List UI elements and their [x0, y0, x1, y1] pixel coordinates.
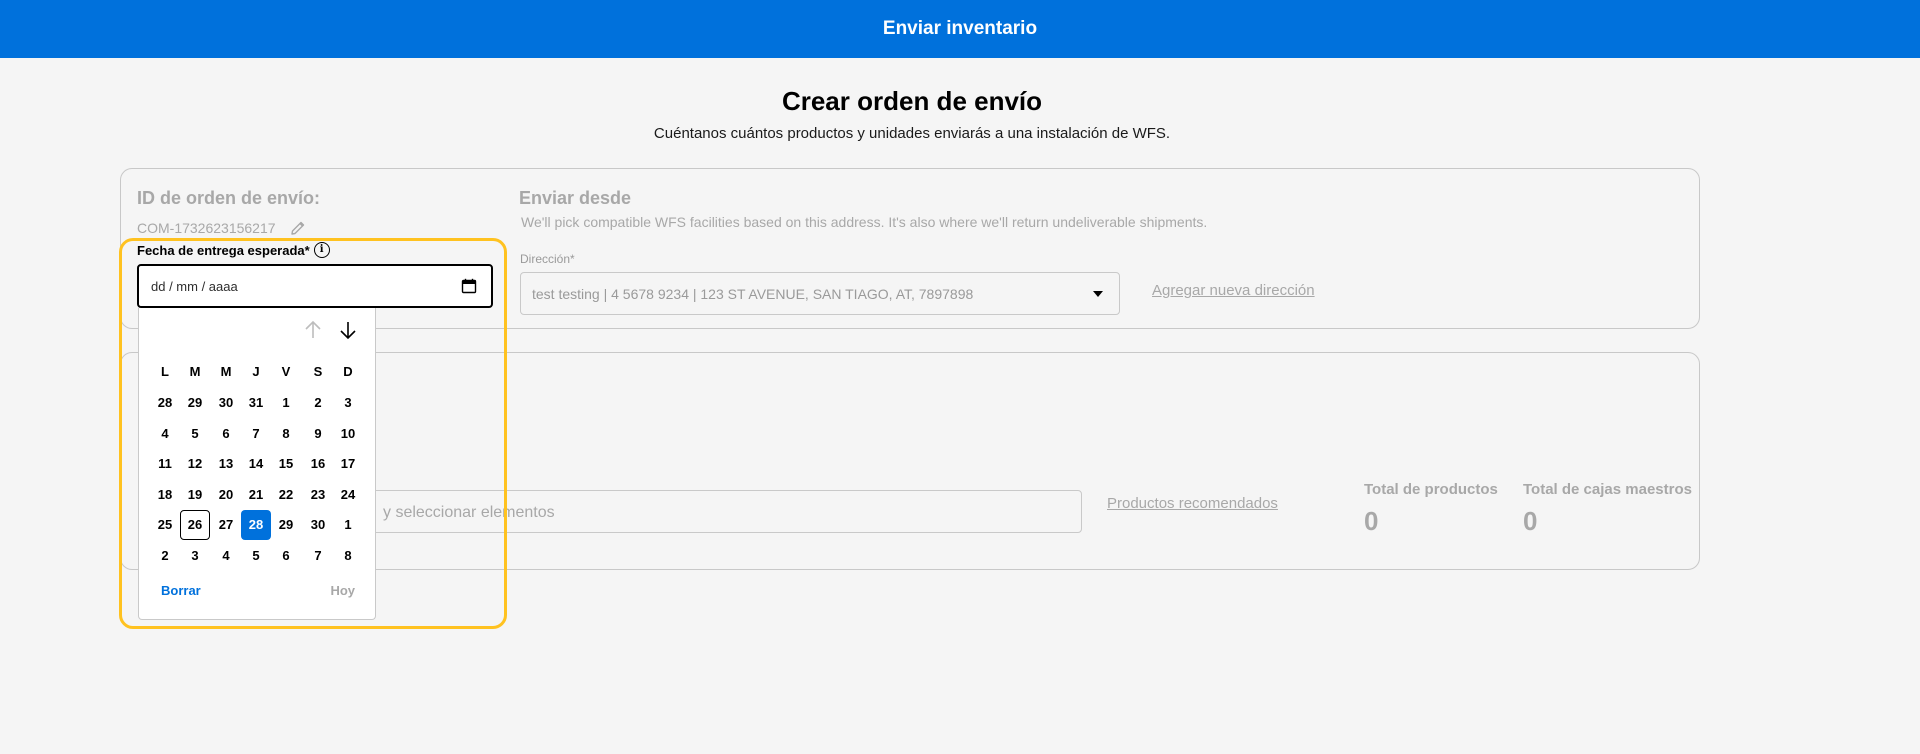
calendar-day[interactable]: 3 — [180, 541, 210, 571]
total-products-value: 0 — [1364, 506, 1379, 536]
address-select[interactable]: test testing | 4 5678 9234 | 123 ST AVEN… — [520, 272, 1120, 315]
calendar-day[interactable]: 28 — [241, 510, 271, 540]
top-bar-title: Enviar inventario — [882, 18, 1038, 39]
calendar-day[interactable]: 4 — [150, 419, 180, 449]
calendar-day[interactable]: 30 — [211, 388, 241, 418]
weekday-header: M — [189, 364, 201, 379]
calendar-day[interactable]: 29 — [180, 388, 210, 418]
calendar-day[interactable]: 8 — [333, 541, 363, 571]
arrow-up-icon[interactable] — [301, 318, 325, 342]
calendar-day[interactable]: 6 — [271, 541, 301, 571]
shipment-id-value: COM-1732623156217 — [137, 220, 276, 236]
calendar-day[interactable]: 27 — [211, 510, 241, 540]
calendar-icon[interactable] — [461, 278, 477, 294]
calendar-day[interactable]: 2 — [150, 541, 180, 571]
total-boxes-value: 0 — [1523, 506, 1538, 536]
calendar-day[interactable]: 31 — [241, 388, 271, 418]
calendar-day[interactable]: 22 — [271, 480, 301, 510]
calendar-day[interactable]: 28 — [150, 388, 180, 418]
clear-button[interactable]: Borrar — [161, 583, 201, 598]
total-boxes-label: Total de cajas maestros — [1523, 481, 1692, 498]
calendar-day[interactable]: 19 — [180, 480, 210, 510]
calendar-day[interactable]: 6 — [211, 419, 241, 449]
delivery-date-label-text: Fecha de entrega esperada* — [137, 242, 310, 258]
today-button[interactable]: Hoy — [330, 583, 355, 598]
calendar-day[interactable]: 11 — [150, 449, 180, 479]
recommended-products-link[interactable]: Productos recomendados — [1107, 495, 1278, 512]
ship-from-description: We'll pick compatible WFS facilities bas… — [521, 214, 1208, 230]
calendar-day[interactable]: 17 — [333, 449, 363, 479]
weekday-header: D — [343, 364, 353, 379]
delivery-date-placeholder: dd / mm / aaaa — [151, 279, 238, 294]
calendar-day[interactable]: 3 — [333, 388, 363, 418]
weekday-header: S — [313, 364, 323, 379]
address-label: Dirección* — [520, 252, 575, 266]
calendar-day[interactable]: 18 — [150, 480, 180, 510]
calendar-day[interactable]: 12 — [180, 449, 210, 479]
calendar-day[interactable]: 5 — [180, 419, 210, 449]
calendar-day[interactable]: 4 — [211, 541, 241, 571]
calendar-day[interactable]: 15 — [271, 449, 301, 479]
arrow-down-icon[interactable] — [336, 318, 360, 342]
calendar-day[interactable]: 16 — [303, 449, 333, 479]
calendar-day[interactable]: 25 — [150, 510, 180, 540]
calendar-day[interactable]: 13 — [211, 449, 241, 479]
weekday-header: M — [220, 364, 232, 379]
ship-from-title: Enviar desde — [519, 188, 632, 208]
calendar-day[interactable]: 23 — [303, 480, 333, 510]
shipment-id-label: ID de orden de envío: — [137, 188, 321, 208]
edit-pencil-icon[interactable] — [289, 219, 307, 237]
calendar-day[interactable]: 1 — [271, 388, 301, 418]
calendar-day[interactable]: 5 — [241, 541, 271, 571]
calendar-day[interactable]: 21 — [241, 480, 271, 510]
calendar-day[interactable]: 9 — [303, 419, 333, 449]
calendar-day[interactable]: 30 — [303, 510, 333, 540]
calendar-day[interactable]: 8 — [271, 419, 301, 449]
add-new-address-link[interactable]: Agregar nueva dirección — [1152, 282, 1315, 299]
delivery-date-label: Fecha de entrega esperada* i — [137, 242, 330, 258]
calendar-day[interactable]: 14 — [241, 449, 271, 479]
calendar-day[interactable]: 7 — [241, 419, 271, 449]
weekday-header: J — [252, 364, 260, 379]
page-subtitle: Cuéntanos cuántos productos y unidades e… — [653, 125, 1171, 142]
calendar-day[interactable]: 7 — [303, 541, 333, 571]
caret-down-icon — [1093, 291, 1103, 297]
delivery-date-input[interactable]: dd / mm / aaaa — [137, 264, 493, 308]
calendar-day[interactable]: 26 — [180, 510, 210, 540]
info-icon[interactable]: i — [313, 242, 330, 258]
calendar-day[interactable]: 1 — [333, 510, 363, 540]
calendar-day[interactable]: 24 — [333, 480, 363, 510]
calendar-day[interactable]: 20 — [211, 480, 241, 510]
total-products-label: Total de productos — [1364, 481, 1498, 498]
calendar-day[interactable]: 29 — [271, 510, 301, 540]
calendar-day[interactable]: 2 — [303, 388, 333, 418]
page-title: Crear orden de envío — [781, 86, 1043, 116]
calendar-day[interactable]: 10 — [333, 419, 363, 449]
weekday-header: V — [281, 364, 291, 379]
address-select-value: test testing | 4 5678 9234 | 123 ST AVEN… — [532, 286, 974, 302]
weekday-header: L — [161, 364, 169, 379]
date-picker-popup: LMMJVSD 28 29 30 31 1 2 3 4 5 6 7 8 9 10 11 12 13 14 15 16 1… — [138, 308, 376, 620]
top-bar: Enviar inventario — [0, 0, 1920, 58]
